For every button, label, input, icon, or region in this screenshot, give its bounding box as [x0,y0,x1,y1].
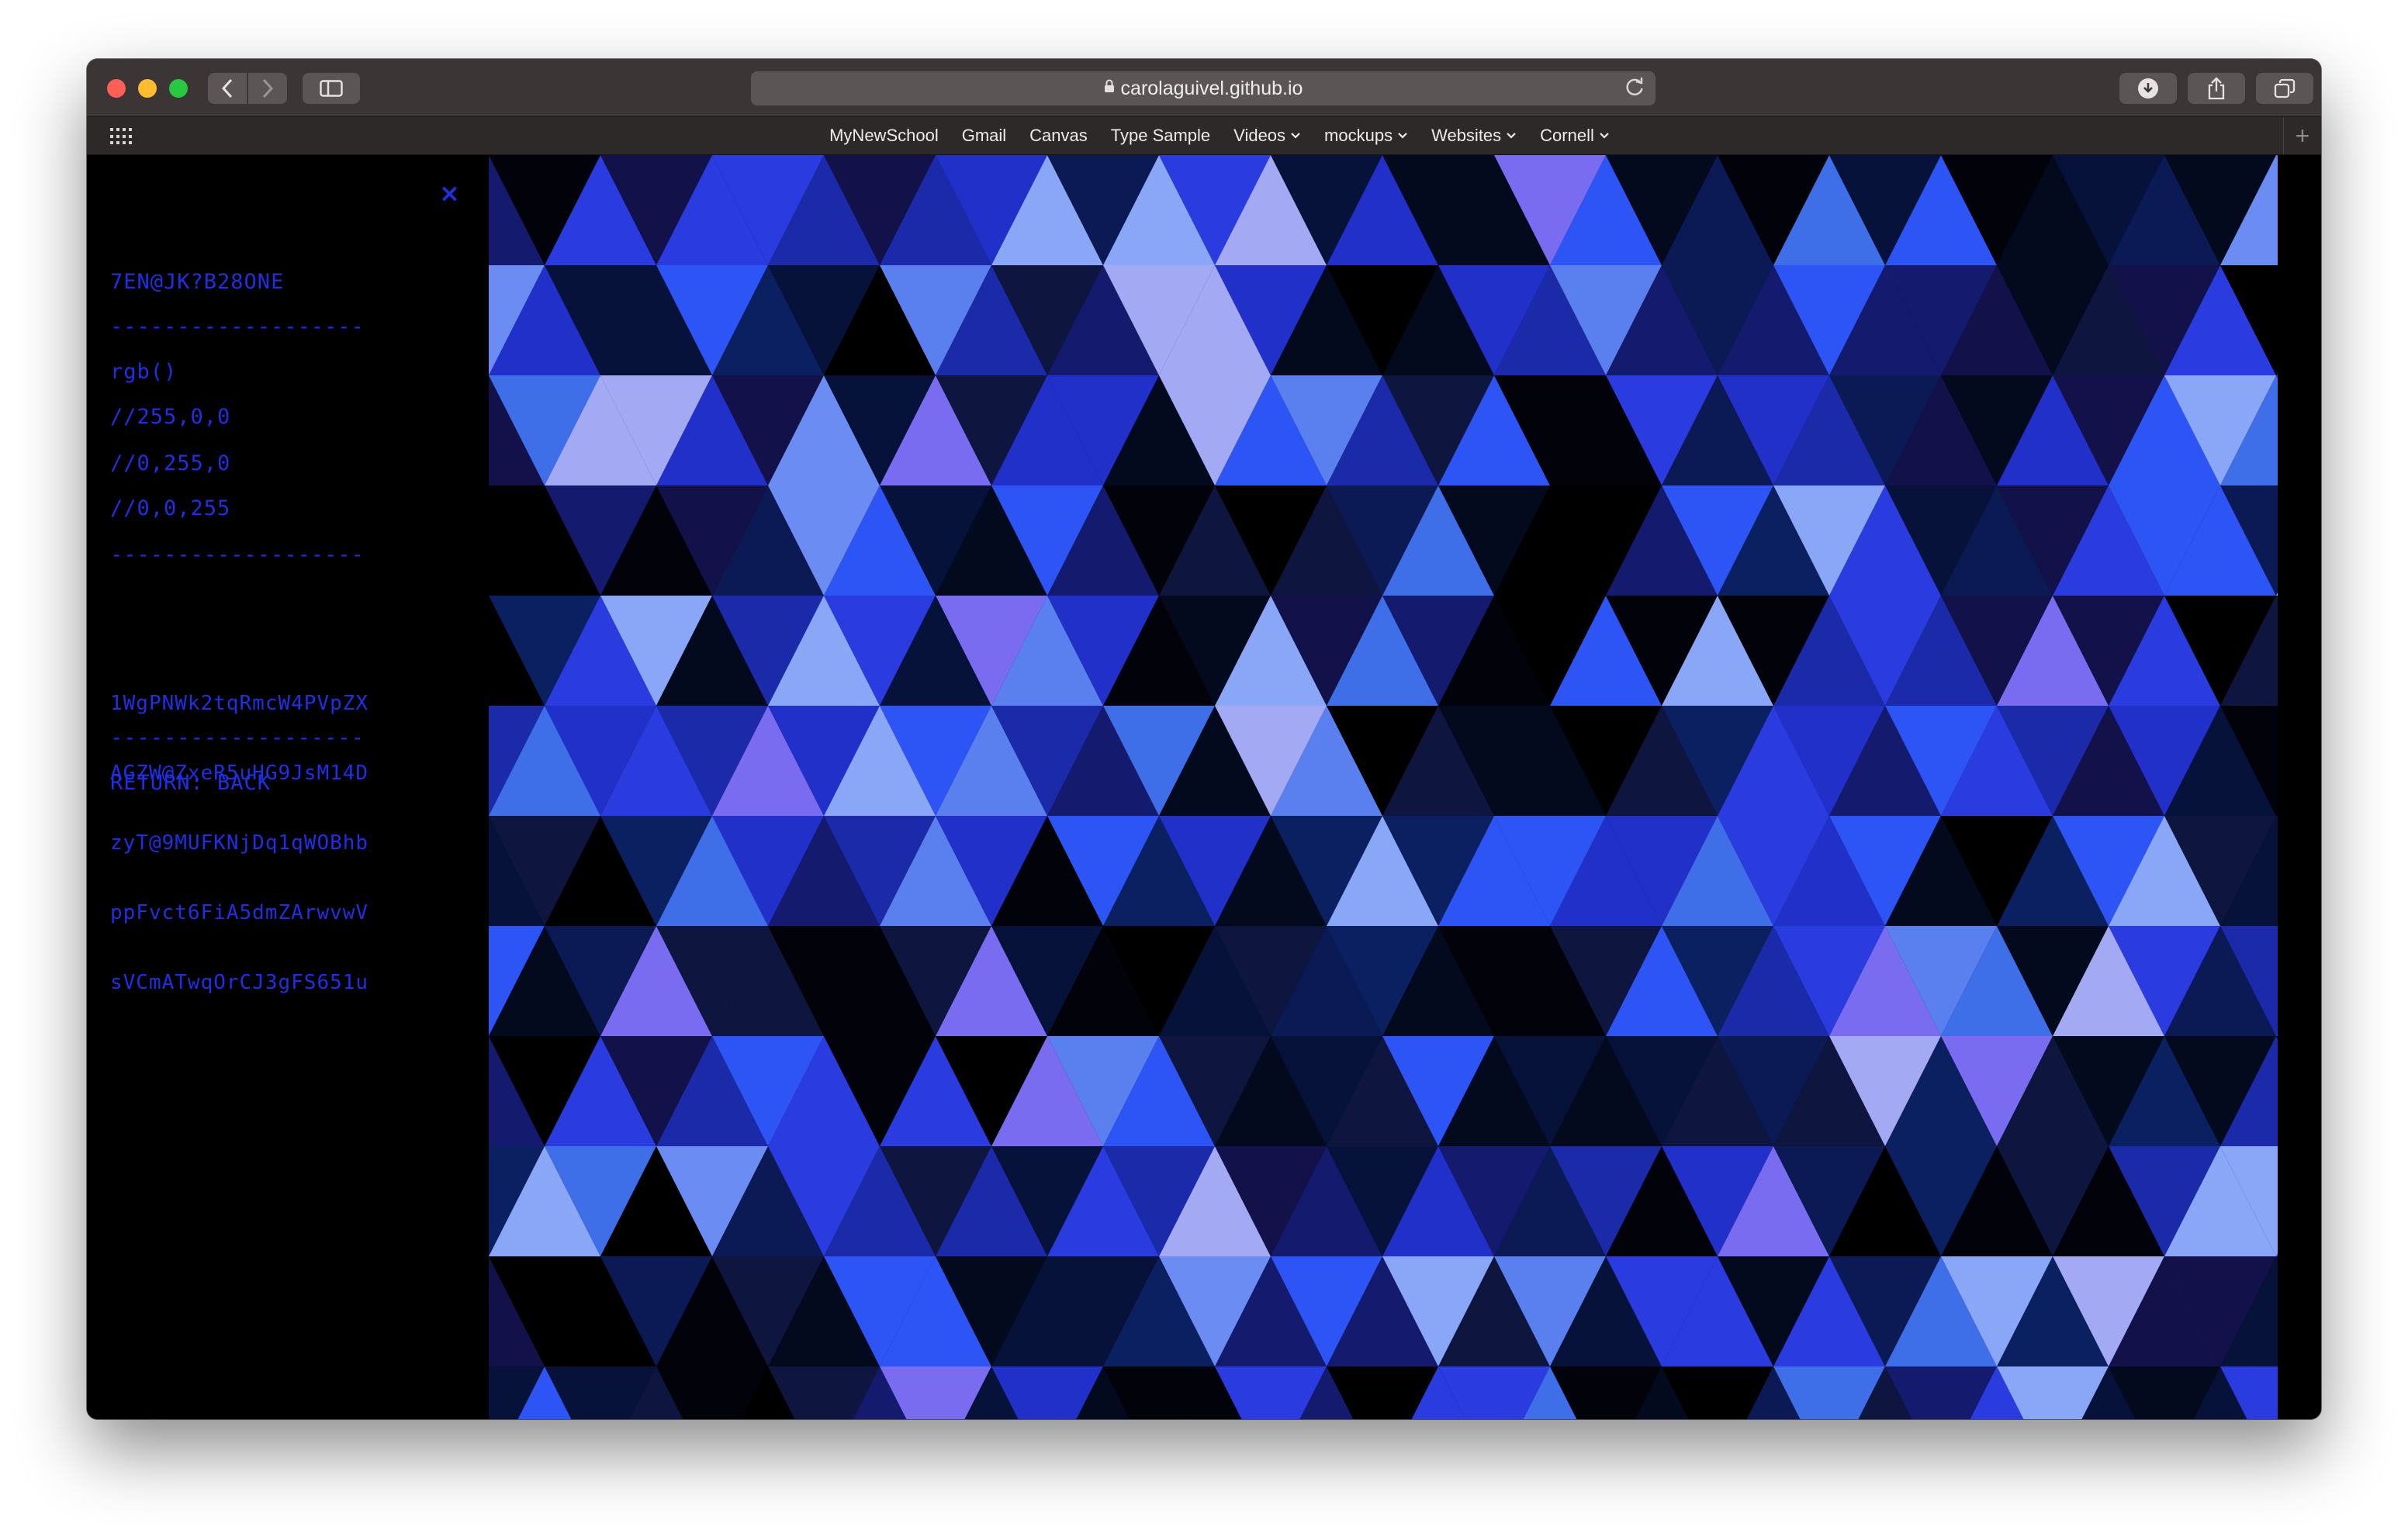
navigation-buttons [208,73,287,104]
hash-block: 1WgPNWk2tqRmcW4PVpZX AGZW@ZxeR5uHG9JsM14… [110,645,368,1041]
code-title: 7EN@JK?B28ONE [110,270,285,294]
favorite-item[interactable]: mockups [1313,126,1420,146]
favorite-item[interactable]: Cornell [1528,126,1621,146]
favorite-label: Websites [1431,126,1502,145]
rgb-green: //0,255,0 [110,451,231,475]
favorite-label: Cornell [1540,126,1594,145]
favorites-list: MyNewSchool Gmail Canvas Type Sample Videos m… [87,117,2321,154]
rgb-blue: //0,0,255 [110,496,231,520]
favorite-label: MyNewSchool [829,126,939,145]
chevron-left-icon[interactable] [208,73,247,104]
divider: ------------------- [110,543,365,567]
favorite-label: Videos [1233,126,1286,145]
favorite-item[interactable]: Gmail [950,126,1018,146]
favorite-label: mockups [1324,126,1393,145]
chevron-down-icon [1506,130,1517,143]
info-panel: × 7EN@JK?B28ONE ------------------- rgb(… [87,155,489,1419]
close-window-button[interactable] [107,79,126,98]
address-bar[interactable]: carolaguivel.github.io [751,71,1656,105]
favorite-item[interactable]: Videos [1222,126,1313,146]
return-back-link[interactable]: RETURN: BACK [110,771,271,795]
chevron-down-icon [1599,130,1610,143]
divider: ------------------- [110,315,365,339]
browser-toolbar: carolaguivel.github.io [87,59,2321,117]
rgb-red: //255,0,0 [110,405,231,429]
browser-window: carolaguivel.github.io MyNewSchool Gmail C… [87,59,2321,1419]
favorite-item[interactable]: Canvas [1018,126,1099,146]
favorites-bar: MyNewSchool Gmail Canvas Type Sample Videos m… [87,117,2321,155]
divider: ------------------- [110,726,365,750]
art-margin [2278,155,2321,1419]
chevron-right-icon[interactable] [248,73,287,104]
download-icon[interactable] [2119,73,2177,104]
triangle-art-canvas [489,155,2321,1419]
rgb-label: rgb() [110,360,178,384]
lock-icon [1104,79,1115,98]
hash-line: sVCmATwqOrCJ3gFS651u [110,971,369,994]
minimize-window-button[interactable] [138,79,157,98]
hash-line: 1WgPNWk2tqRmcW4PVpZX [110,692,369,715]
sidebar-icon[interactable] [303,73,360,104]
favorite-label: Canvas [1029,126,1088,145]
close-icon[interactable]: × [439,178,460,208]
page-content: × 7EN@JK?B28ONE ------------------- rgb(… [87,155,2321,1419]
share-icon[interactable] [2188,73,2245,104]
reload-icon[interactable] [1624,76,1645,104]
favorite-label: Type Sample [1110,126,1211,145]
favorite-item[interactable]: Websites [1420,126,1528,146]
plus-icon[interactable]: + [2283,117,2321,154]
favorite-item[interactable]: Type Sample [1099,126,1222,146]
chevron-down-icon [1397,130,1408,143]
hash-line: zyT@9MUFKNjDq1qWOBhb [110,831,369,855]
tabs-overview-icon[interactable] [2256,73,2313,104]
url-text: carolaguivel.github.io [1120,77,1303,99]
favorite-label: Gmail [961,126,1007,145]
maximize-window-button[interactable] [169,79,188,98]
chevron-down-icon [1290,130,1301,143]
hash-line: ppFvct6FiA5dmZArwvwV [110,901,369,924]
favorite-item[interactable]: MyNewSchool [818,126,950,146]
